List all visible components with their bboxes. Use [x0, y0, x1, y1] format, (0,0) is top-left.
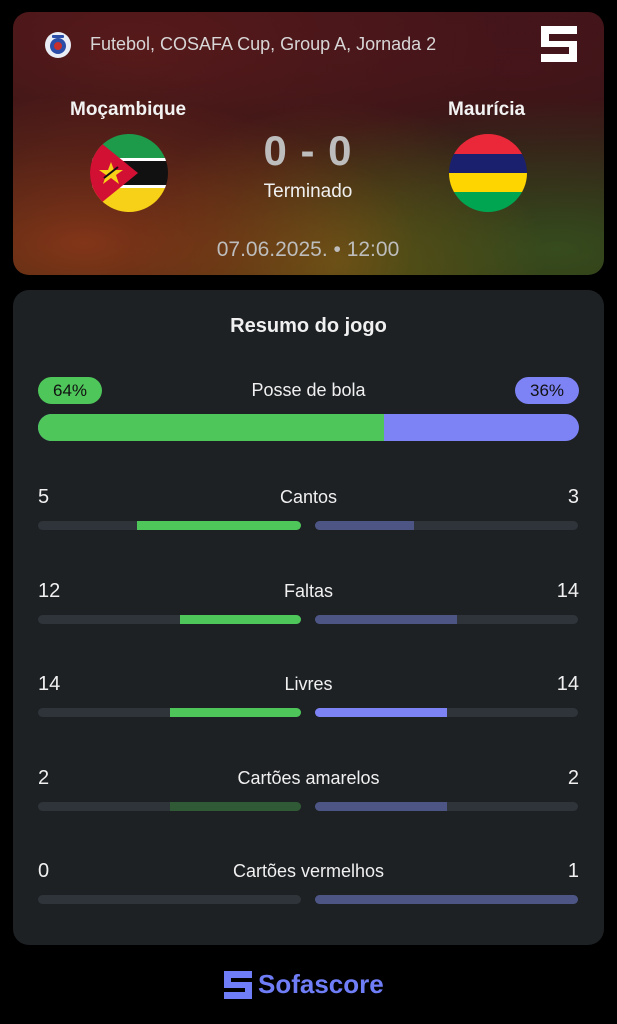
stat-away-value: 2 — [567, 767, 579, 789]
stat-home-fill — [169, 802, 301, 811]
mauritius-flag-icon[interactable] — [449, 134, 527, 212]
stat-label: Cartões amarelos — [237, 768, 380, 788]
stat-home-fill — [136, 521, 301, 530]
stat-label: Cantos — [279, 487, 338, 507]
possession-home-fill — [38, 414, 385, 441]
footer-brand: Sofascore — [258, 969, 384, 999]
mozambique-flag-icon[interactable] — [90, 134, 168, 212]
stat-row-fouls: 12 Faltas 14 — [13, 580, 604, 640]
stat-away-fill — [315, 615, 458, 624]
stat-label: Cartões vermelhos — [232, 861, 385, 881]
stat-away-value: 3 — [567, 486, 579, 508]
match-status: Terminado — [263, 181, 353, 202]
cosafa-badge-icon — [45, 32, 71, 58]
game-summary-card: Resumo do jogo 64% Posse de bola 36% 5 C… — [13, 290, 604, 945]
stat-away-track — [315, 521, 578, 530]
stat-row-free-kicks: 14 Livres 14 — [13, 673, 604, 733]
away-team-name[interactable]: Maurícia — [448, 99, 525, 121]
sofascore-logo-icon[interactable] — [539, 24, 579, 64]
stat-away-fill — [315, 708, 447, 717]
stat-home-track — [38, 708, 301, 717]
stat-label: Livres — [284, 674, 333, 694]
home-team-name[interactable]: Moçambique — [70, 99, 186, 121]
stat-away-track — [315, 615, 578, 624]
stat-home-track — [38, 615, 301, 624]
stat-row-corners: 5 Cantos 3 — [13, 486, 604, 546]
stat-label: Faltas — [283, 581, 334, 601]
section-title: Resumo do jogo — [230, 315, 387, 337]
stat-away-fill — [315, 895, 578, 904]
stat-row-yellow-cards: 2 Cartões amarelos 2 — [13, 767, 604, 827]
stat-row-red-cards: 0 Cartões vermelhos 1 — [13, 860, 604, 920]
stat-away-fill — [315, 802, 447, 811]
competition-name[interactable]: Futebol, COSAFA Cup, Group A, Jornada 2 — [90, 34, 436, 55]
stat-home-track — [38, 895, 301, 904]
stat-home-track — [38, 802, 301, 811]
sofascore-logo-icon — [224, 971, 252, 999]
stat-home-fill — [169, 708, 301, 717]
stat-away-track — [315, 708, 578, 717]
match-datetime: 07.06.2025. • 12:00 — [216, 238, 400, 261]
stat-away-value: 1 — [567, 860, 579, 882]
match-score: 0 - 0 — [263, 127, 353, 174]
stat-away-fill — [315, 521, 414, 530]
stat-away-value: 14 — [556, 580, 579, 602]
stat-home-fill — [180, 615, 301, 624]
stat-away-value: 14 — [556, 673, 579, 695]
match-header: Futebol, COSAFA Cup, Group A, Jornada 2 … — [13, 12, 604, 275]
stat-home-track — [38, 521, 301, 530]
stat-away-track — [315, 895, 578, 904]
possession-away-badge: 36% — [515, 377, 579, 404]
stat-away-track — [315, 802, 578, 811]
possession-bar — [38, 414, 579, 441]
